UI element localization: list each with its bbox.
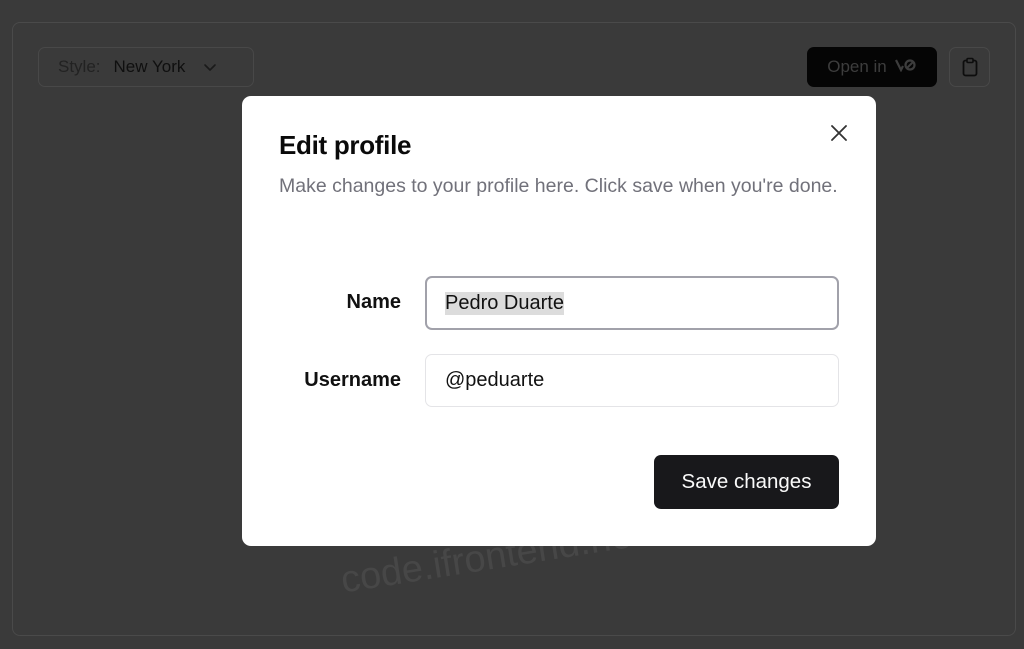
- edit-profile-dialog: Edit profile Make changes to your profil…: [242, 96, 876, 546]
- style-select[interactable]: Style: New York: [38, 47, 254, 87]
- close-button[interactable]: [828, 122, 850, 144]
- name-label: Name: [346, 291, 401, 313]
- open-in-v0-button[interactable]: Open in: [807, 47, 937, 87]
- username-input[interactable]: @peduarte: [425, 354, 839, 407]
- open-in-label: Open in: [827, 57, 887, 76]
- clipboard-icon: [962, 57, 977, 77]
- username-label: Username: [304, 369, 401, 391]
- style-select-value: New York: [113, 57, 186, 76]
- chevron-down-icon: [204, 64, 217, 71]
- style-select-label: Style:: [58, 57, 101, 76]
- dialog-title: Edit profile: [279, 130, 412, 160]
- v0-icon: [894, 59, 916, 73]
- close-icon: [831, 125, 847, 141]
- username-input-value: @peduarte: [445, 369, 545, 391]
- save-changes-button[interactable]: Save changes: [654, 455, 839, 509]
- dialog-description: Make changes to your profile here. Click…: [279, 175, 838, 197]
- v0-logo: [894, 58, 917, 76]
- copy-button[interactable]: [949, 47, 990, 87]
- name-input[interactable]: Pedro Duarte: [425, 276, 839, 330]
- name-input-value: Pedro Duarte: [445, 291, 564, 315]
